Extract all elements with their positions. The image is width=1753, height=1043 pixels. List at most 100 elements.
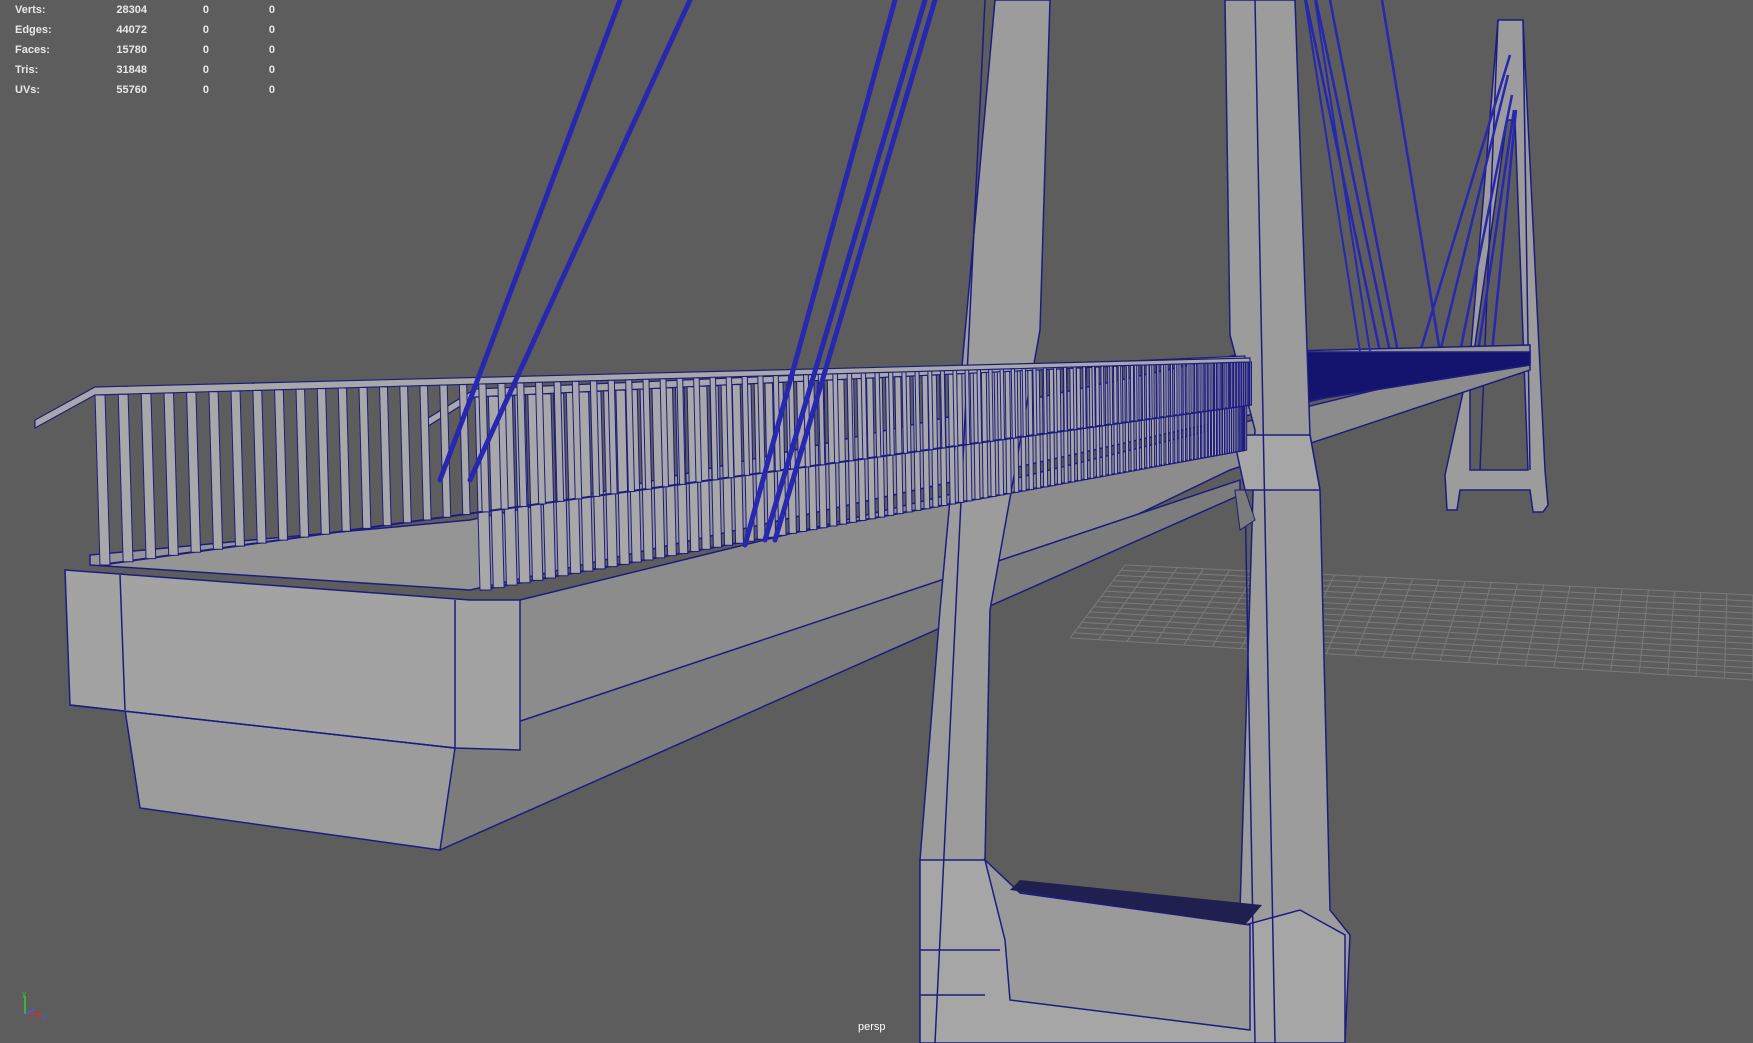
railing-post bbox=[1032, 367, 1038, 436]
hud-stat-label: Tris: bbox=[15, 64, 39, 76]
railing-post bbox=[1226, 362, 1230, 409]
perspective-viewport[interactable]: Verts: 28304 0 0 Edges: 44072 0 0 Faces: 15780 0 0 T… bbox=[0, 0, 1753, 1043]
railing-post bbox=[94, 394, 111, 566]
hud-stat-value: 0 bbox=[202, 4, 209, 16]
railing-post bbox=[1053, 367, 1058, 433]
railing-post bbox=[1176, 363, 1180, 416]
railing-post bbox=[1249, 361, 1252, 406]
grid-line bbox=[1097, 601, 1753, 638]
railing-post bbox=[1156, 364, 1160, 419]
hud-stat-value: 31848 bbox=[116, 64, 147, 76]
railing-post bbox=[1188, 363, 1192, 414]
grid-line bbox=[1089, 611, 1753, 651]
pylon-back-cables bbox=[1304, 0, 1371, 353]
railing-post bbox=[337, 387, 351, 532]
hud-stat-label: UVs: bbox=[15, 84, 41, 96]
railing-post bbox=[1042, 367, 1048, 435]
railing-post bbox=[927, 370, 934, 451]
railing-post bbox=[964, 369, 971, 445]
railing-post bbox=[952, 369, 959, 447]
grid-line bbox=[1093, 606, 1753, 645]
railing-post bbox=[1129, 365, 1135, 472]
railing-post bbox=[1194, 363, 1198, 414]
grid-line bbox=[1085, 616, 1753, 657]
axis-y-label: y bbox=[22, 992, 26, 998]
railing-post bbox=[1233, 361, 1236, 408]
railing-post bbox=[1241, 361, 1244, 407]
railing-post bbox=[1027, 369, 1034, 490]
railing-post bbox=[1236, 361, 1239, 408]
hud-stat-value: 0 bbox=[268, 64, 275, 76]
railing-post bbox=[186, 391, 202, 553]
railing-post bbox=[419, 385, 432, 521]
railing-post bbox=[1145, 364, 1151, 469]
hud-stat-value: 0 bbox=[202, 44, 209, 56]
railing-post bbox=[1100, 365, 1105, 427]
railing-post bbox=[208, 391, 224, 550]
railing-post bbox=[1112, 365, 1119, 475]
railing-post bbox=[1072, 366, 1078, 430]
grid-line bbox=[1124, 564, 1753, 596]
scene-canvas[interactable] bbox=[0, 0, 1753, 1043]
hud-stat-value: 0 bbox=[202, 64, 209, 76]
hud-stat-label: Edges: bbox=[15, 24, 52, 36]
railing-post bbox=[874, 372, 882, 458]
hud-row: Verts: 28304 0 0 bbox=[15, 0, 275, 20]
railing-post bbox=[1021, 368, 1027, 438]
grid-line bbox=[1073, 632, 1753, 675]
railing-post bbox=[1149, 364, 1153, 420]
railing-post bbox=[980, 372, 989, 499]
railing-post bbox=[1091, 366, 1096, 428]
hud-stat-value: 55760 bbox=[116, 84, 147, 96]
axis-gizmo: y x z bbox=[20, 992, 50, 1022]
railing-post bbox=[379, 386, 392, 527]
railing-post bbox=[1182, 363, 1186, 415]
railing-post bbox=[914, 371, 921, 452]
railing-post bbox=[295, 388, 310, 538]
railing-post bbox=[1169, 363, 1174, 417]
railing-post bbox=[316, 388, 331, 535]
hud-stat-label: Verts: bbox=[15, 4, 46, 16]
railing-post bbox=[999, 368, 1006, 441]
railing-post bbox=[1209, 362, 1213, 412]
ground-grid bbox=[1069, 564, 1753, 681]
railing-post bbox=[901, 371, 908, 454]
railing-post bbox=[940, 370, 947, 449]
railing-post bbox=[1229, 362, 1233, 409]
railing-post bbox=[1218, 362, 1222, 410]
hud-stat-value: 0 bbox=[268, 24, 275, 36]
railing-post bbox=[1222, 362, 1226, 410]
railing-post bbox=[1238, 361, 1242, 407]
railing-post bbox=[1133, 364, 1138, 422]
camera-name-label: persp bbox=[858, 1021, 886, 1033]
railing-post bbox=[358, 386, 372, 529]
railing-post bbox=[1163, 363, 1167, 418]
railing-post bbox=[230, 390, 245, 547]
railing-post bbox=[252, 389, 267, 544]
railing-post bbox=[1125, 365, 1130, 423]
railing-post bbox=[976, 369, 983, 444]
railing-post bbox=[988, 368, 994, 442]
railing-post bbox=[1117, 365, 1122, 424]
railing-post bbox=[1082, 366, 1087, 429]
hud-stat-label: Faces: bbox=[15, 44, 50, 56]
railing-post bbox=[1214, 362, 1218, 411]
railing-post bbox=[1109, 365, 1114, 425]
railing-post bbox=[140, 393, 157, 560]
railing-post bbox=[274, 389, 289, 541]
hud-row: Tris: 31848 0 0 bbox=[15, 60, 275, 80]
hud-row: Edges: 44072 0 0 bbox=[15, 20, 275, 40]
hud-stat-value: 28304 bbox=[116, 4, 147, 16]
hud-stat-value: 0 bbox=[202, 84, 209, 96]
grid-line bbox=[1077, 627, 1753, 669]
poly-count-hud: Verts: 28304 0 0 Edges: 44072 0 0 Faces: 15780 0 0 T… bbox=[15, 0, 275, 100]
grid-line bbox=[1081, 621, 1753, 663]
railing-post bbox=[1095, 366, 1101, 478]
hud-stat-value: 15780 bbox=[116, 44, 147, 56]
axis-x-label: x bbox=[37, 1012, 41, 1021]
railing-post bbox=[163, 392, 179, 556]
hud-row: Faces: 15780 0 0 bbox=[15, 40, 275, 60]
hud-row: UVs: 55760 0 0 bbox=[15, 80, 275, 100]
railing-post bbox=[1010, 368, 1017, 439]
railing-post bbox=[399, 385, 412, 524]
